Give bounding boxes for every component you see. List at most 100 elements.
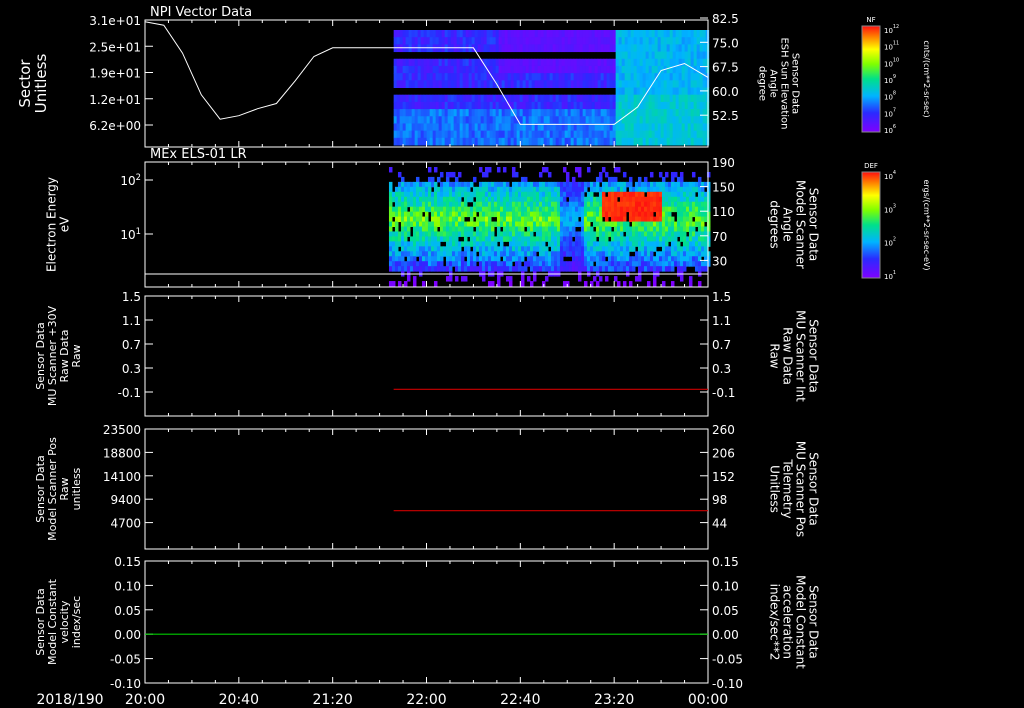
npi-cell — [447, 37, 452, 45]
npi-cell — [477, 123, 482, 132]
els-cell — [538, 231, 543, 237]
els-cell — [547, 251, 552, 257]
npi-cell — [582, 109, 587, 117]
els-cell — [427, 266, 432, 272]
els-cell — [607, 261, 612, 267]
els-cell — [463, 191, 468, 198]
npi-cell — [609, 130, 614, 139]
els-cell — [547, 216, 552, 223]
npi-cell — [405, 65, 410, 74]
els-cell — [430, 246, 435, 252]
els-cell — [604, 201, 609, 208]
els-cell — [511, 236, 516, 242]
npi-cell — [516, 73, 521, 81]
els-cell — [421, 181, 426, 188]
els-cell — [616, 186, 621, 193]
y2-axis-label: Model Constant — [794, 575, 808, 669]
els-cell — [550, 181, 555, 188]
els-cell — [427, 181, 432, 188]
els-cell — [481, 236, 486, 242]
npi-cell — [456, 116, 461, 124]
npi-cell — [594, 116, 599, 124]
npi-cell — [675, 73, 680, 81]
els-cell — [547, 191, 552, 198]
y-tick-label: 2.5e+01 — [89, 40, 141, 54]
els-cell — [565, 186, 570, 193]
npi-cell — [588, 37, 593, 45]
els-cell — [403, 196, 408, 203]
y-axis-label: Raw — [70, 344, 83, 367]
npi-cell — [585, 80, 590, 88]
els-cell — [664, 216, 669, 223]
els-cell — [619, 191, 624, 198]
els-cell — [529, 251, 534, 257]
els-cell — [505, 186, 510, 193]
els-cell — [550, 211, 555, 218]
panel-4: 235001880014100940047002602061529844Sens… — [34, 423, 821, 550]
npi-cell — [393, 123, 398, 132]
els-cell — [613, 206, 618, 213]
els-cell — [394, 261, 399, 267]
els-cell — [439, 256, 444, 262]
els-cell — [391, 241, 396, 247]
npi-cell — [426, 30, 431, 38]
els-cell — [679, 181, 684, 188]
npi-cell — [687, 87, 692, 96]
npi-cell — [636, 30, 641, 38]
els-cell — [601, 251, 606, 257]
npi-cell — [417, 80, 422, 88]
els-cell — [619, 256, 624, 262]
npi-cell — [684, 109, 689, 117]
npi-cell — [693, 37, 698, 45]
els-cell — [487, 246, 492, 252]
npi-cell — [561, 65, 566, 74]
npi-cell — [630, 101, 635, 110]
els-cell — [439, 246, 444, 252]
npi-cell — [642, 58, 647, 67]
els-cell — [442, 266, 447, 272]
npi-cell — [444, 109, 449, 117]
els-cell — [658, 261, 663, 267]
npi-cell — [516, 44, 521, 53]
els-cell — [577, 211, 582, 218]
npi-cell — [678, 137, 683, 146]
npi-cell — [693, 130, 698, 139]
npi-cell — [549, 130, 554, 139]
els-cell — [592, 211, 597, 218]
npi-cell — [423, 73, 428, 81]
els-cell — [619, 211, 624, 218]
npi-cell — [486, 80, 491, 88]
els-cell — [520, 211, 525, 218]
els-cell — [664, 221, 669, 227]
npi-cell — [681, 116, 686, 124]
els-cell — [628, 181, 633, 188]
els-cell — [691, 231, 696, 237]
els-cell — [592, 256, 597, 262]
npi-cell — [621, 137, 626, 146]
y2-tick-label: 75.0 — [712, 36, 739, 50]
npi-cell — [507, 123, 512, 132]
els-cell — [652, 216, 657, 223]
els-cell — [490, 206, 495, 213]
els-cell — [505, 191, 510, 198]
els-cell — [502, 221, 507, 227]
els-cell — [517, 201, 522, 208]
els-cell — [658, 256, 663, 262]
els-cell — [439, 196, 444, 203]
npi-cell — [396, 73, 401, 81]
els-cell — [403, 266, 408, 272]
els-cell — [508, 261, 513, 267]
npi-cell — [588, 116, 593, 124]
npi-cell — [555, 109, 560, 117]
els-cell — [568, 226, 573, 232]
npi-cell — [672, 130, 677, 139]
npi-cell — [666, 80, 671, 88]
npi-cell — [588, 80, 593, 88]
npi-cell — [633, 44, 638, 53]
els-cell — [625, 246, 630, 252]
npi-cell — [420, 37, 425, 45]
els-cell — [514, 216, 519, 223]
els-cell — [523, 181, 528, 188]
els-cell — [469, 251, 474, 257]
els-cell — [421, 261, 426, 267]
